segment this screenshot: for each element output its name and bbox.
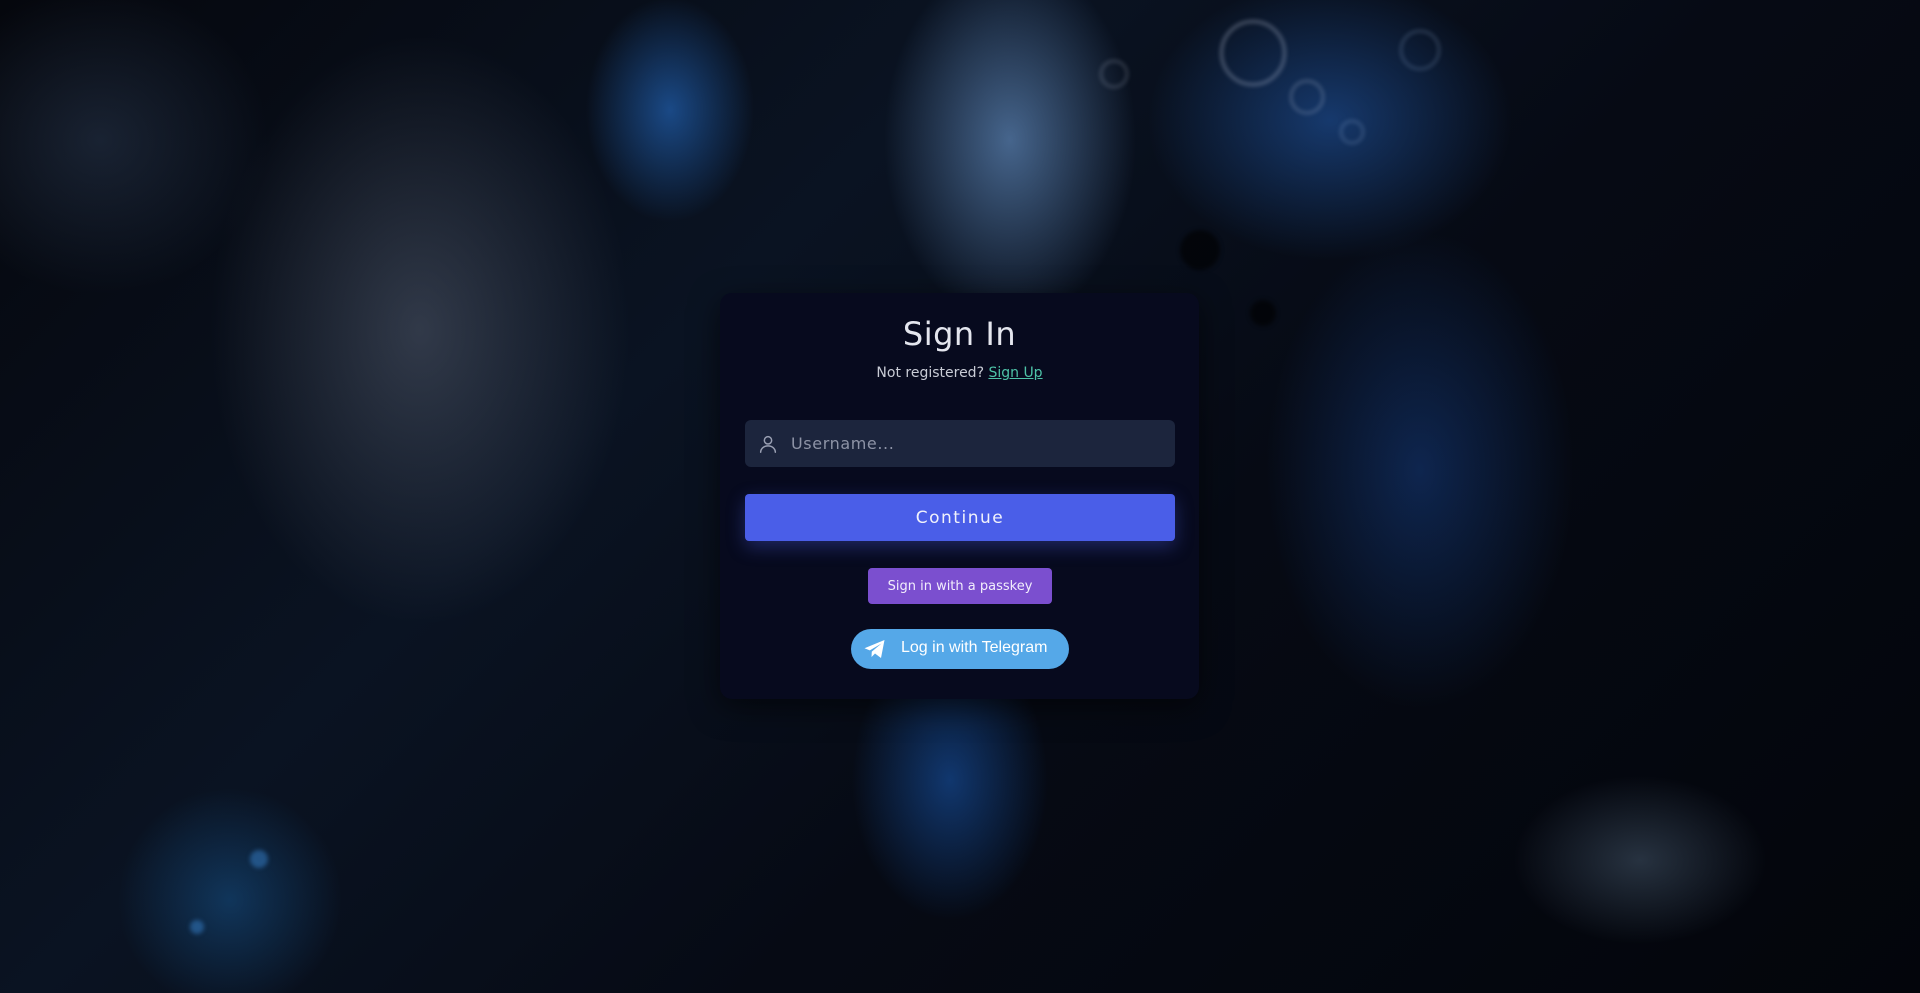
background-bubble (1180, 230, 1220, 270)
username-field[interactable] (745, 420, 1175, 467)
background-bubble (1220, 20, 1286, 86)
page-title: Sign In (902, 315, 1017, 353)
background-bubble (1340, 120, 1364, 144)
continue-button[interactable]: Continue (745, 494, 1175, 541)
user-icon (759, 435, 777, 453)
register-prompt-text: Not registered? (876, 365, 984, 381)
telegram-login-label: Log in with Telegram (901, 639, 1048, 656)
register-prompt: Not registered? Sign Up (720, 365, 1199, 381)
telegram-plane-icon (864, 640, 885, 658)
background-bubble (190, 920, 204, 934)
background-bubble (1400, 30, 1440, 70)
background-bubble (1250, 300, 1276, 326)
sign-in-card: Sign In Not registered? Sign Up Continue… (720, 293, 1199, 699)
sign-up-link[interactable]: Sign Up (988, 365, 1042, 381)
passkey-button[interactable]: Sign in with a passkey (868, 568, 1052, 604)
telegram-login-button[interactable]: Log in with Telegram (851, 629, 1069, 669)
username-input[interactable] (791, 420, 1161, 467)
background-bubble (250, 850, 268, 868)
background-bubble (1100, 60, 1128, 88)
background-bubble (1290, 80, 1324, 114)
